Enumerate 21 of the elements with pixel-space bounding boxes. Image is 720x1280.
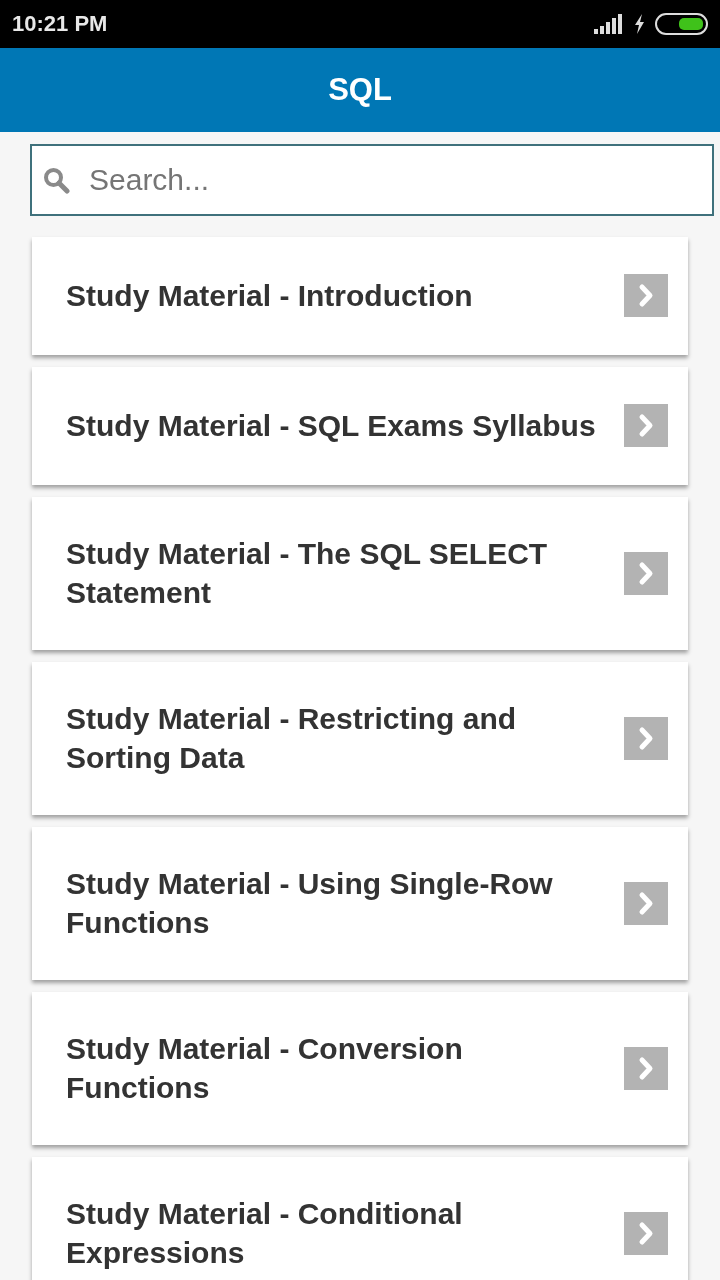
chevron-right-icon bbox=[624, 1211, 668, 1255]
topic-list-item[interactable]: Study Material - SQL Exams Syllabus bbox=[32, 367, 688, 485]
chevron-right-icon bbox=[624, 404, 668, 447]
status-time: 10:21 PM bbox=[12, 11, 108, 37]
battery-icon bbox=[655, 13, 708, 35]
chevron-right-icon bbox=[624, 716, 668, 760]
search-icon bbox=[43, 167, 70, 194]
topic-list-item[interactable]: Study Material - Conversion Functions bbox=[32, 992, 688, 1145]
app-title: SQL bbox=[328, 72, 392, 108]
chevron-right-icon bbox=[624, 881, 668, 925]
topic-list-item[interactable]: Study Material - Conditional Expressions bbox=[32, 1157, 688, 1280]
topic-list-item[interactable]: Study Material - Using Single-Row Functions bbox=[32, 827, 688, 980]
topic-list-item[interactable]: Study Material - Introduction bbox=[32, 237, 688, 355]
bolt-icon bbox=[634, 14, 645, 34]
signal-icon bbox=[594, 14, 624, 34]
topic-list-item[interactable]: Study Material - The SQL SELECT Statement bbox=[32, 497, 688, 650]
chevron-right-icon bbox=[624, 551, 668, 595]
search-field[interactable]: Search... bbox=[30, 144, 714, 216]
chevron-right-icon bbox=[624, 274, 668, 317]
topic-list-item[interactable]: Study Material - Restricting and Sorting Data bbox=[32, 662, 688, 815]
chevron-right-icon bbox=[624, 1046, 668, 1090]
